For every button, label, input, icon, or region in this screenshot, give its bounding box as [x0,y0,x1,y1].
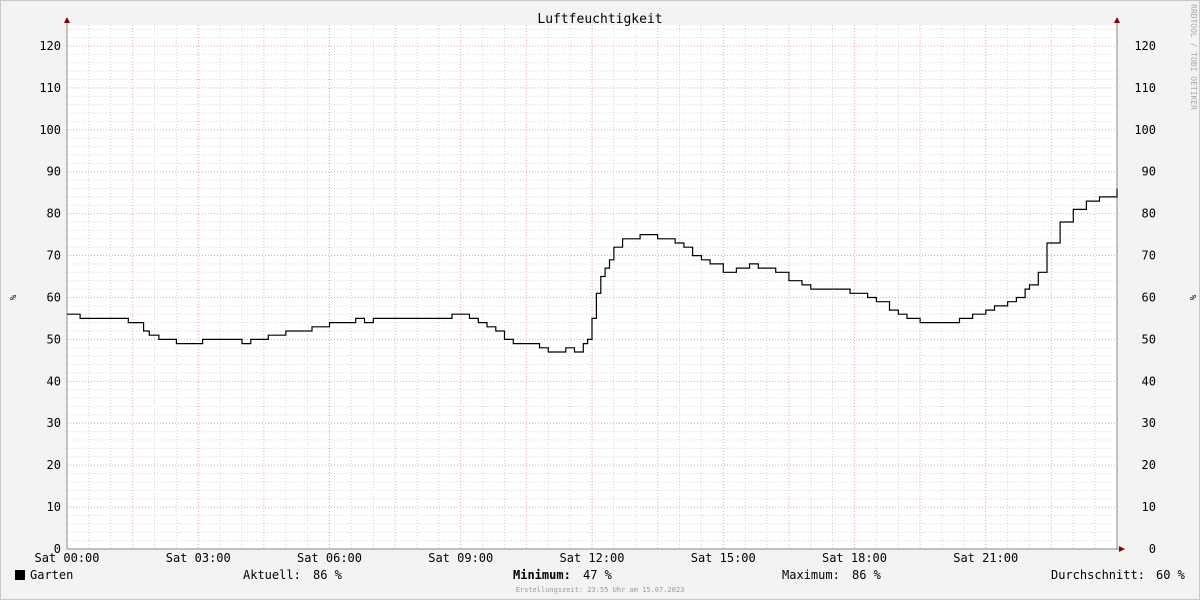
y-tick-label-right: 60 [1142,290,1156,304]
humidity-chart: 0 010 1020 2030 3040 4050 5060 6070 7080 8090 9010… [7,12,1197,565]
y-tick-label-right: 120 [1134,39,1156,53]
y-axis-label-left: % [7,295,17,301]
y-tick-label-left: 10 [47,500,61,514]
x-tick-label: Sat 21:00 [953,551,1018,565]
y-tick-label-right: 110 [1134,81,1156,95]
x-tick-label: Sat 18:00 [822,551,887,565]
legend-maximum-value: 86 % [852,568,881,582]
legend-minimum-label: Minimum: [513,568,571,582]
x-tick-label: Sat 03:00 [166,551,231,565]
x-axis-arrow [1119,546,1125,552]
legend-series-name: Garten [30,568,74,582]
y-tick-label-left: 90 [47,165,61,179]
y-tick-label-right: 90 [1142,165,1156,179]
y-tick-label-left: 100 [39,123,61,137]
y-tick-label-right: 50 [1142,332,1156,346]
y-axis-arrow-right [1114,17,1120,23]
legend-average-value: 60 % [1156,568,1185,582]
y-tick-label-left: 50 [47,332,61,346]
y-tick-label-left: 110 [39,81,61,95]
creation-time-footer: Erstellungszeit: 23:55 Uhr am 15.07.2023 [515,586,685,594]
x-tick-label: Sat 15:00 [691,551,756,565]
y-tick-label-right: 80 [1142,207,1156,221]
y-tick-label-right: 70 [1142,249,1156,263]
y-tick-label-left: 20 [47,458,61,472]
watermark-text: RRDTOOL / TOBI OETIKER [1189,4,1198,110]
legend-average-label: Durchschnitt: [1051,568,1145,582]
y-tick-label-right: 10 [1142,500,1156,514]
x-tick-label: Sat 09:00 [428,551,493,565]
y-tick-label-right: 40 [1142,374,1156,388]
legend-minimum-value: 47 % [583,568,612,582]
y-axis-label-right: % [1187,295,1197,301]
y-tick-label-right: 20 [1142,458,1156,472]
legend-swatch [15,570,25,580]
y-tick-label-right: 0 [1149,542,1156,556]
legend-current-label: Aktuell: [243,568,301,582]
x-tick-label: Sat 00:00 [34,551,99,565]
x-tick-label: Sat 12:00 [559,551,624,565]
chart-title: Luftfeuchtigkeit [537,12,662,27]
x-tick-label: Sat 06:00 [297,551,362,565]
y-tick-label-left: 70 [47,249,61,263]
legend-current-value: 86 % [313,568,342,582]
y-tick-label-right: 100 [1134,123,1156,137]
y-axis-arrow-left [64,17,70,23]
y-tick-label-left: 40 [47,374,61,388]
legend-maximum-label: Maximum: [782,568,840,582]
y-tick-label-left: 30 [47,416,61,430]
y-tick-label-left: 60 [47,290,61,304]
y-tick-label-left: 120 [39,39,61,53]
y-tick-label-left: 80 [47,207,61,221]
y-tick-label-right: 30 [1142,416,1156,430]
